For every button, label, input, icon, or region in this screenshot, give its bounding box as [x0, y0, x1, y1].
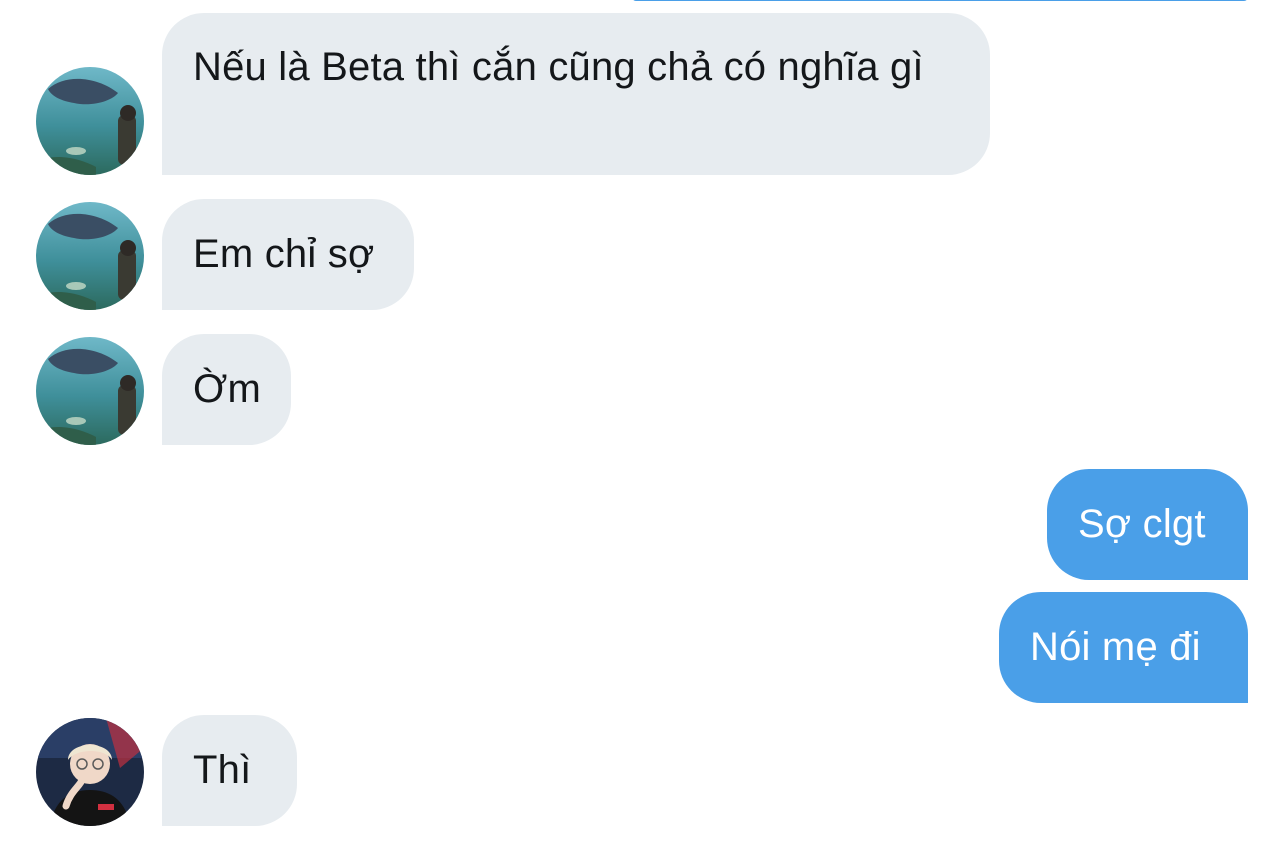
person-avatar-icon	[36, 718, 144, 826]
message-bubble-incoming[interactable]: Em chỉ sợ	[162, 199, 414, 310]
aquarium-avatar-icon	[36, 67, 144, 175]
message-bubble-outgoing[interactable]: Nói mẹ đi	[999, 592, 1248, 703]
sender-avatar[interactable]	[36, 337, 144, 445]
message-bubble-incoming[interactable]: Ờm	[162, 334, 291, 445]
message-text: Ờm	[193, 367, 262, 411]
message-bubble-outgoing[interactable]: Sợ clgt	[1047, 469, 1248, 580]
message-text: Sợ clgt	[1078, 502, 1206, 546]
previous-message-bubble-edge	[632, 0, 1248, 1]
message-text: Thì	[193, 748, 252, 792]
message-text: Nếu là Beta thì cắn cũng chả có nghĩa gì	[193, 45, 924, 89]
sender-avatar[interactable]	[36, 718, 144, 826]
aquarium-avatar-icon	[36, 202, 144, 310]
sender-avatar[interactable]	[36, 67, 144, 175]
message-bubble-incoming[interactable]: Thì	[162, 715, 297, 826]
message-text: Nói mẹ đi	[1030, 625, 1201, 669]
aquarium-avatar-icon	[36, 337, 144, 445]
message-text: Em chỉ sợ	[193, 232, 375, 276]
sender-avatar[interactable]	[36, 202, 144, 310]
message-bubble-incoming[interactable]: Nếu là Beta thì cắn cũng chả có nghĩa gì	[162, 13, 990, 175]
